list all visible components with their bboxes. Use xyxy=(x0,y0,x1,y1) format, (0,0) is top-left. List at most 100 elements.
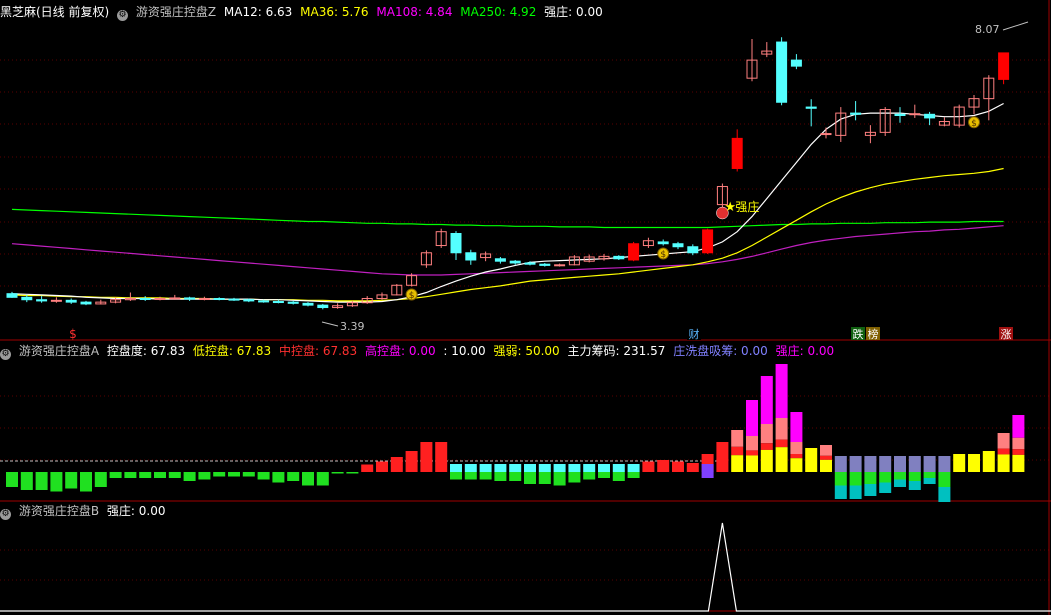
ma250-line xyxy=(11,208,1004,229)
control-bar xyxy=(509,464,522,472)
control-bar xyxy=(642,461,655,472)
candle-body xyxy=(613,255,625,260)
indicator-name[interactable]: 游资强庄控盘B xyxy=(19,504,99,518)
candle-body xyxy=(139,298,151,301)
control-bar xyxy=(627,472,640,478)
control-bar xyxy=(139,472,152,478)
control-bar xyxy=(864,484,877,496)
tag-bang: 榜 xyxy=(868,327,879,341)
candle-body xyxy=(287,301,299,304)
control-bar xyxy=(938,472,951,487)
control-bar xyxy=(686,463,699,472)
control-bar xyxy=(716,442,729,460)
control-bar xyxy=(612,464,625,472)
control-bar xyxy=(479,464,492,472)
indicator-name[interactable]: 游资强庄控盘A xyxy=(19,344,99,358)
candle-body xyxy=(184,297,196,300)
control-bar xyxy=(154,472,166,478)
control-bar xyxy=(390,457,403,472)
money-sign: $ xyxy=(971,119,977,129)
money-sign: $ xyxy=(660,250,666,260)
control-bar xyxy=(302,472,314,486)
control-bar xyxy=(746,400,758,436)
control-bar xyxy=(760,443,773,450)
candle-body xyxy=(702,229,714,254)
control-bar xyxy=(612,472,625,481)
control-bar xyxy=(568,464,581,472)
candle-body xyxy=(524,262,536,265)
indicator-name[interactable]: 游资强庄控盘Z xyxy=(136,5,216,19)
control-bar xyxy=(894,456,906,472)
panel-b-header: ⚙ 游资强庄控盘B 强庄: 0.00 xyxy=(0,503,169,520)
panel-a-header: ⚙ 游资强庄控盘A 控盘度: 67.83 低控盘: 67.83 中控盘: 67.… xyxy=(0,343,838,360)
control-bar xyxy=(1012,437,1025,450)
control-bar xyxy=(923,472,936,478)
control-bar xyxy=(35,472,48,490)
candle-body xyxy=(50,299,62,302)
control-bar xyxy=(6,472,18,487)
control-bar xyxy=(790,454,803,459)
control-bar xyxy=(524,472,536,484)
control-bar xyxy=(968,454,980,472)
high-arrow xyxy=(1002,21,1029,31)
control-bar xyxy=(805,448,818,472)
control-bar xyxy=(627,464,640,472)
settings-icon[interactable]: ⚙ xyxy=(0,509,11,520)
control-bar xyxy=(65,472,78,489)
control-bar xyxy=(879,456,892,472)
control-bar xyxy=(790,458,803,472)
candle-body xyxy=(36,299,48,302)
candle-body xyxy=(776,41,788,103)
control-bar xyxy=(849,472,862,486)
dikongpan-label: 低控盘: 67.83 xyxy=(192,344,272,358)
control-bar xyxy=(849,485,862,499)
control-bar xyxy=(198,472,211,480)
control-bar xyxy=(435,442,448,472)
settings-icon[interactable]: ⚙ xyxy=(117,10,129,21)
candle-body xyxy=(65,299,77,303)
control-bar xyxy=(494,464,507,472)
candle-body xyxy=(317,304,329,309)
control-bar xyxy=(1012,415,1025,438)
control-bar xyxy=(1012,449,1025,455)
control-bar xyxy=(775,418,788,440)
control-bar xyxy=(775,447,788,472)
control-bar xyxy=(405,451,418,472)
candle-body xyxy=(924,113,936,119)
candle-body xyxy=(154,298,166,301)
control-bar xyxy=(657,460,670,472)
control-bar xyxy=(834,472,847,486)
control-bar xyxy=(124,472,137,478)
zhongkongpan-label: 中控盘: 67.83 xyxy=(278,344,358,358)
control-bar xyxy=(775,364,788,418)
stock-name: 黑芝麻(日线 前复权) xyxy=(0,5,110,19)
control-bar xyxy=(908,456,921,472)
control-bar xyxy=(760,376,773,424)
control-bar xyxy=(923,456,936,472)
candle-body xyxy=(6,293,18,298)
candle-body xyxy=(909,113,921,116)
control-bar xyxy=(997,448,1010,455)
candle-body xyxy=(228,298,240,301)
control-bar xyxy=(346,472,359,474)
control-bar xyxy=(938,487,951,502)
main-header: 黑芝麻(日线 前复权) ⚙ 游资强庄控盘Z MA12: 6.63 MA36: 5… xyxy=(0,4,607,21)
candle-body xyxy=(450,232,462,254)
control-bar xyxy=(450,472,462,480)
control-bar xyxy=(938,456,951,472)
control-bar xyxy=(168,472,181,478)
qiangzhuang-b-label: 强庄: 0.00 xyxy=(106,504,166,518)
control-bar xyxy=(997,454,1010,472)
candle-body xyxy=(790,59,802,67)
ma36-label: MA36: 5.76 xyxy=(300,5,369,19)
control-bar xyxy=(820,459,832,472)
gaokongpan-label: 高控盘: 0.00 xyxy=(365,344,436,358)
control-bar xyxy=(50,472,63,492)
zhuli-label: 主力筹码: 231.57 xyxy=(567,344,666,358)
control-bar xyxy=(908,472,921,481)
ma36-line xyxy=(11,167,1004,302)
settings-icon[interactable]: ⚙ xyxy=(0,349,11,360)
ma250-label: MA250: 4.92 xyxy=(460,5,537,19)
control-bar xyxy=(982,451,995,472)
candle-body xyxy=(894,113,906,117)
